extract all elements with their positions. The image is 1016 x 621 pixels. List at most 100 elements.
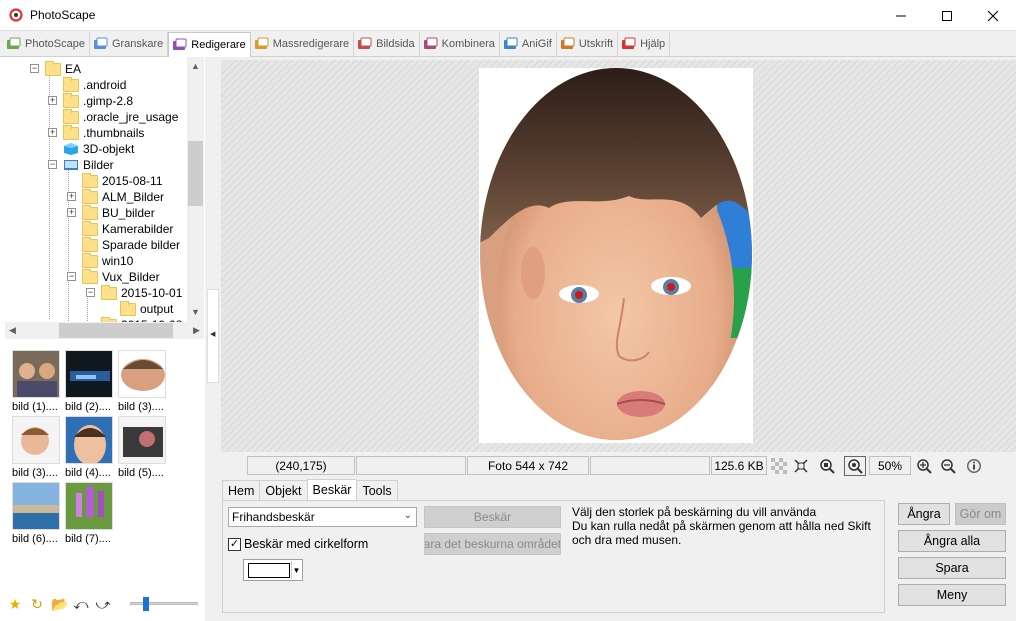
- child-portrait-image: [480, 68, 752, 440]
- tree-item[interactable]: 2015-08-11: [82, 172, 163, 189]
- editor-tab-objekt[interactable]: Objekt: [259, 480, 308, 500]
- tree-vertical-scrollbar[interactable]: ▲ ▼: [187, 57, 204, 323]
- fit-screen-icon[interactable]: [792, 457, 810, 475]
- thumbnail-grid: bild (1).... bild (2).... bild (3).... bild…: [5, 342, 203, 592]
- crop-mode-select[interactable]: Frihandsbeskär ⌄: [228, 507, 417, 527]
- save-button[interactable]: Spara: [898, 557, 1006, 579]
- tab-redigerare[interactable]: Redigerare: [168, 32, 251, 57]
- tree-item[interactable]: output: [120, 300, 173, 317]
- tree-item[interactable]: BU_bilder: [82, 204, 155, 221]
- scroll-right-icon[interactable]: ▶: [193, 325, 200, 336]
- thumbnail-label: bild (2)....: [65, 401, 111, 413]
- module-tab-bar: PhotoScape Granskare Redigerare Massrediger…: [0, 31, 1016, 57]
- tab-granskare[interactable]: Granskare: [90, 32, 169, 56]
- editor-tab-beskär[interactable]: Beskär: [306, 479, 358, 500]
- thumbnail-item[interactable]: bild (1)....: [12, 350, 62, 413]
- back-arrow-icon[interactable]: ⤺: [73, 596, 89, 612]
- tab-massredigerare[interactable]: Massredigerare: [251, 32, 355, 56]
- maximize-button[interactable]: [924, 0, 970, 31]
- minimize-icon: [896, 15, 906, 16]
- undo-button[interactable]: Ångra: [898, 503, 950, 525]
- tab-bildsida[interactable]: Bildsida: [354, 32, 420, 56]
- splitter-handle[interactable]: ◀: [207, 289, 219, 383]
- crop-panel: Frihandsbeskär ⌄ Beskär Spara det beskur…: [222, 500, 885, 613]
- expand-icon[interactable]: +: [48, 96, 57, 105]
- thumbnail-item[interactable]: bild (4)....: [65, 416, 115, 479]
- tree-item[interactable]: ALM_Bilder: [82, 188, 164, 205]
- tree-item-label: 2015-10-01: [121, 286, 183, 300]
- tree-item[interactable]: .oracle_jre_usage: [63, 108, 178, 125]
- thumbnail-item[interactable]: bild (7)....: [65, 482, 115, 545]
- open-folder-icon[interactable]: 📂: [51, 596, 68, 612]
- cursor-coordinates: (240,175): [247, 456, 355, 475]
- tree-item[interactable]: Bilder: [63, 157, 114, 173]
- tree-vscroll-thumb[interactable]: [188, 141, 203, 206]
- undo-all-button[interactable]: Ångra alla: [898, 530, 1006, 552]
- editor-tab-tools[interactable]: Tools: [356, 480, 398, 500]
- thumbnail-item[interactable]: bild (3)....: [12, 416, 62, 479]
- tab-photoscape[interactable]: PhotoScape: [3, 32, 90, 56]
- zoom-fit-icon[interactable]: [818, 457, 836, 475]
- tree-item[interactable]: .android: [63, 76, 126, 93]
- thumbnail-item[interactable]: bild (5)....: [118, 416, 168, 479]
- refresh-folder-icon[interactable]: ↻: [29, 596, 45, 612]
- checkerboard-icon[interactable]: [770, 457, 788, 475]
- thumbnail-item[interactable]: bild (2)....: [65, 350, 115, 413]
- tree-item[interactable]: Sparade bilder: [82, 236, 180, 253]
- tab-anigif[interactable]: AniGif: [500, 32, 557, 56]
- tree-item[interactable]: 2015-10-01: [101, 284, 183, 301]
- forward-arrow-icon[interactable]: ⤻: [95, 596, 111, 612]
- tree-item[interactable]: .gimp-2.8: [63, 92, 134, 109]
- tree-horizontal-scrollbar[interactable]: ◀ ▶: [5, 322, 204, 339]
- tab-utskrift[interactable]: Utskrift: [557, 32, 619, 56]
- collapse-icon[interactable]: −: [67, 272, 76, 281]
- zoom-out-icon[interactable]: [939, 457, 957, 475]
- tab-hjälp[interactable]: Hjälp: [618, 32, 671, 56]
- scroll-up-icon[interactable]: ▲: [191, 61, 200, 71]
- thumbnail-label: bild (5)....: [118, 467, 164, 479]
- tab-kombinera[interactable]: Kombinera: [420, 32, 500, 56]
- scroll-down-icon[interactable]: ▼: [191, 307, 200, 317]
- scroll-left-icon[interactable]: ◀: [9, 325, 16, 336]
- help-line-2: Du kan rulla nedåt på skärmen genom att …: [572, 519, 871, 547]
- redo-button[interactable]: Gör om: [955, 503, 1006, 525]
- edited-photo[interactable]: [479, 68, 753, 443]
- image-canvas[interactable]: [221, 60, 1016, 452]
- circle-crop-checkbox[interactable]: ✓: [228, 538, 241, 551]
- thumbnail-label: bild (6)....: [12, 533, 58, 545]
- tree-item[interactable]: Kamerabilder: [82, 220, 173, 237]
- tab-label: Hjälp: [640, 38, 666, 50]
- star-icon[interactable]: ★: [7, 596, 23, 612]
- thumbnail-size-slider-handle[interactable]: [143, 597, 149, 611]
- folder-tree[interactable]: EA − .android .gimp-2.8 + .oracle_jre_usage .t…: [5, 57, 203, 323]
- collapse-icon[interactable]: −: [86, 288, 95, 297]
- menu-button[interactable]: Meny: [898, 584, 1006, 606]
- tree-item[interactable]: 3D-objekt: [63, 141, 134, 157]
- expand-icon[interactable]: +: [67, 192, 76, 201]
- tree-item[interactable]: .thumbnails: [63, 124, 144, 141]
- tree-item[interactable]: EA: [45, 60, 81, 77]
- color-picker[interactable]: ▼: [243, 559, 303, 581]
- crop-button[interactable]: Beskär: [424, 506, 561, 528]
- zoom-actual-icon[interactable]: [844, 456, 866, 476]
- editor-tab-hem[interactable]: Hem: [222, 480, 261, 500]
- expand-icon[interactable]: +: [48, 128, 57, 137]
- save-crop-button[interactable]: Spara det beskurna området: [424, 533, 561, 555]
- thumbnail-size-slider[interactable]: [130, 602, 198, 605]
- collapse-icon[interactable]: −: [48, 160, 57, 169]
- tree-item-label: .gimp-2.8: [83, 94, 134, 108]
- close-button[interactable]: [970, 0, 1016, 31]
- tree-hscroll-thumb[interactable]: [59, 323, 173, 338]
- thumbnail-item[interactable]: bild (6)....: [12, 482, 62, 545]
- folder-icon: [82, 252, 98, 268]
- zoom-in-icon[interactable]: [915, 457, 933, 475]
- tree-item[interactable]: Vux_Bilder: [82, 268, 160, 285]
- panel-splitter[interactable]: ◀: [205, 57, 221, 621]
- thumbnail-item[interactable]: bild (3)....: [118, 350, 168, 413]
- collapse-icon[interactable]: −: [30, 64, 39, 73]
- minimize-button[interactable]: [878, 0, 924, 31]
- tab-utskrift-icon: [560, 37, 576, 51]
- tree-item[interactable]: win10: [82, 252, 133, 269]
- info-icon[interactable]: [965, 457, 983, 475]
- expand-icon[interactable]: +: [67, 208, 76, 217]
